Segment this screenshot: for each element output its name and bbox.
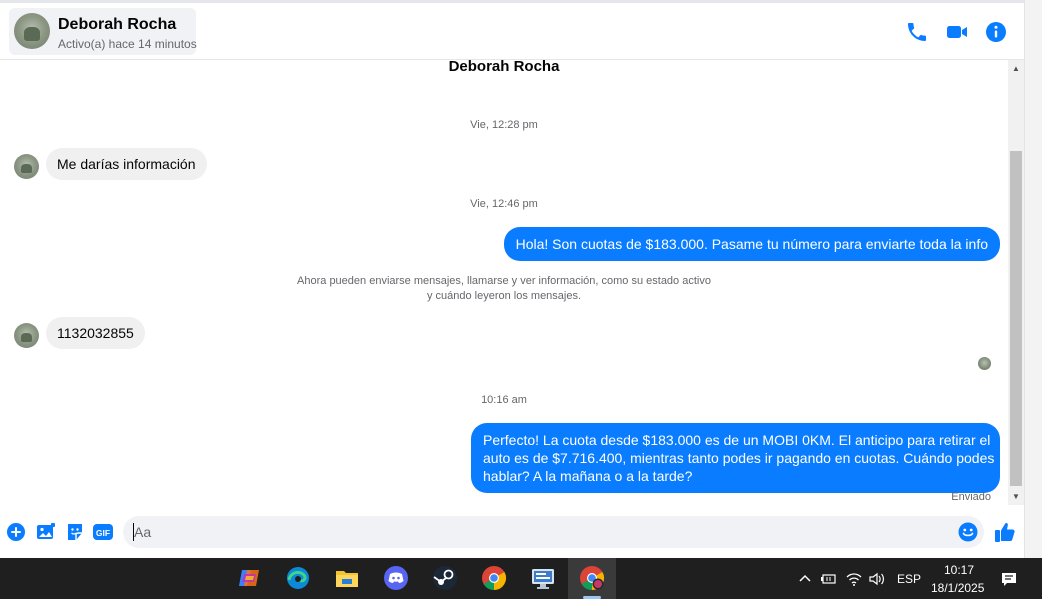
edge-icon[interactable]: [285, 565, 311, 591]
delivery-status: Enviado: [951, 491, 991, 503]
file-explorer-icon[interactable]: [334, 565, 360, 591]
contact-active-status: Activo(a) hace 14 minutos: [58, 37, 197, 51]
contact-avatar: [14, 13, 50, 49]
clock-date[interactable]: 18/1/2025: [931, 581, 984, 595]
message-timestamp: Vie, 12:46 pm: [470, 198, 538, 210]
copilot-icon[interactable]: [236, 565, 262, 591]
battery-plug-icon[interactable]: [820, 570, 838, 588]
incoming-message[interactable]: Me darías información: [46, 148, 207, 180]
window-edge: [1024, 0, 1042, 558]
connection-notice: Ahora pueden enviarse mensajes, llamarse…: [284, 274, 724, 304]
notice-line: Ahora pueden enviarse mensajes, llamarse…: [297, 275, 711, 287]
show-hidden-icons-icon[interactable]: [796, 570, 814, 588]
info-icon[interactable]: [984, 20, 1008, 44]
windows-taskbar: ESP 10:17 18/1/2025: [0, 558, 1042, 599]
contact-name: Deborah Rocha: [58, 16, 177, 33]
outgoing-message[interactable]: Perfecto! La cuota desde $183.000 es de …: [471, 423, 1000, 493]
outgoing-message[interactable]: Hola! Son cuotas de $183.000. Pasame tu …: [503, 227, 1000, 261]
read-receipt-avatar: [978, 357, 991, 370]
message-line: hablar? A la mañana o a la tarde?: [483, 468, 693, 484]
notice-line: y cuándo leyeron los mensajes.: [426, 290, 582, 302]
emoji-icon[interactable]: [957, 521, 979, 543]
message-input-placeholder: Aa: [134, 524, 152, 540]
chrome-icon[interactable]: [481, 565, 507, 591]
scroll-up-arrow-icon[interactable]: ▲: [1008, 60, 1024, 77]
conversation-header: Deborah Rocha Activo(a) hace 14 minutos: [0, 3, 1024, 60]
sticker-icon[interactable]: [65, 522, 85, 542]
wifi-icon[interactable]: [845, 570, 863, 588]
clock-time[interactable]: 10:17: [944, 563, 974, 577]
notification-center-icon[interactable]: [1000, 570, 1018, 588]
sender-avatar[interactable]: [14, 154, 39, 179]
discord-icon[interactable]: [383, 565, 409, 591]
chrome-profile-icon[interactable]: [579, 565, 605, 591]
plus-icon[interactable]: [6, 522, 26, 542]
contact-profile-button[interactable]: Deborah Rocha Activo(a) hace 14 minutos: [9, 8, 197, 55]
gif-icon[interactable]: GIF: [93, 522, 113, 542]
message-composer: GIF Aa: [0, 507, 1024, 558]
message-line: Perfecto! La cuota desde $183.000 es de …: [483, 432, 991, 448]
message-line: auto es de $7.716.400, mientras tanto po…: [483, 450, 995, 466]
volume-icon[interactable]: [868, 570, 886, 588]
steam-icon[interactable]: [432, 565, 458, 591]
phone-icon[interactable]: [905, 20, 929, 44]
conversation-title: Deborah Rocha: [448, 60, 560, 75]
chat-scrollbar[interactable]: ▲ ▼: [1008, 60, 1024, 505]
message-timestamp: Vie, 12:28 pm: [470, 119, 538, 131]
input-language-indicator[interactable]: ESP: [897, 572, 921, 586]
message-list[interactable]: Deborah Rocha Vie, 12:28 pm Me darías in…: [0, 60, 1008, 507]
messenger-window: Deborah Rocha Activo(a) hace 14 minutos …: [0, 0, 1042, 558]
incoming-message[interactable]: 1132032855: [46, 317, 145, 349]
sender-avatar[interactable]: [14, 323, 39, 348]
video-camera-icon[interactable]: [945, 20, 969, 44]
message-timestamp: 10:16 am: [481, 394, 527, 406]
scroll-thumb[interactable]: [1010, 151, 1022, 486]
thumbs-up-icon[interactable]: [994, 521, 1016, 543]
remote-desktop-icon[interactable]: [530, 565, 556, 591]
image-icon[interactable]: [36, 522, 56, 542]
scroll-down-arrow-icon[interactable]: ▼: [1008, 488, 1024, 505]
gif-label: GIF: [96, 528, 110, 538]
message-input[interactable]: Aa: [123, 516, 984, 548]
